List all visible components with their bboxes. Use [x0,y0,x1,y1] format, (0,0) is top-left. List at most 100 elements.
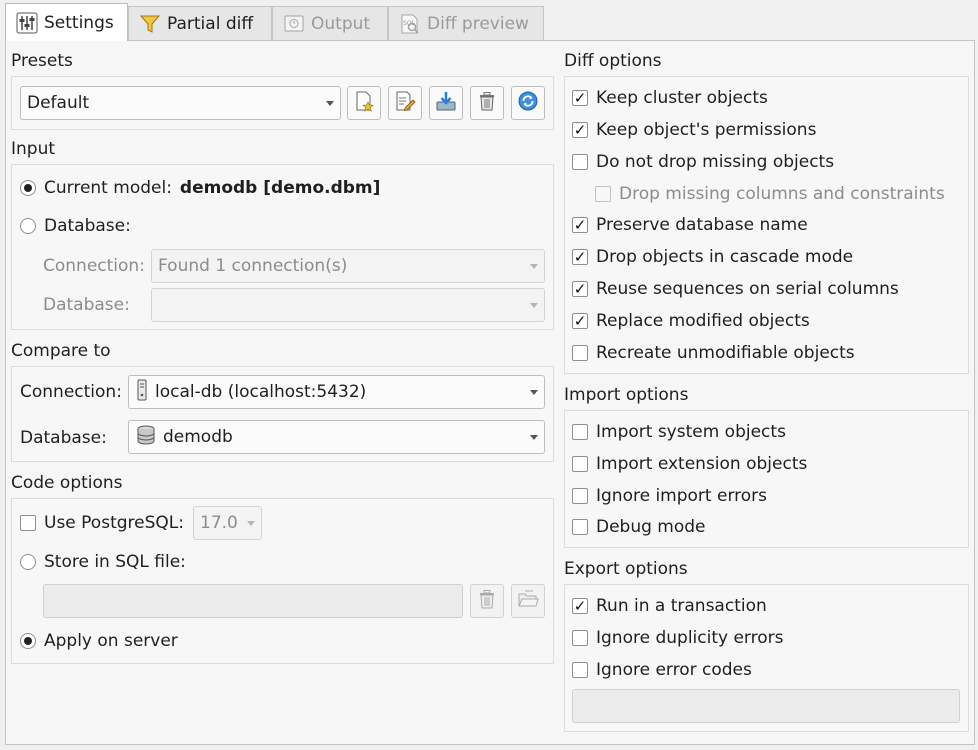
server-icon [135,379,149,406]
import-system-objects-checkbox[interactable]: Import system objects [572,422,786,442]
ignore-error-codes-checkbox[interactable]: Ignore error codes [572,660,752,680]
preset-select[interactable]: Default [20,86,341,120]
output-icon [283,13,305,35]
pg-version-select[interactable]: 17.0 [193,506,262,540]
compare-connection-select[interactable]: local-db (localhost:5432) [128,375,545,409]
compare-connection-value: local-db (localhost:5432) [155,382,367,402]
chevron-down-icon [530,389,538,395]
edit-preset-button[interactable] [388,86,422,120]
delete-preset-button[interactable] [470,86,504,120]
run-in-transaction-checkbox[interactable]: ✓ Run in a transaction [572,596,767,616]
cascade-mode-checkbox[interactable]: ✓ Drop objects in cascade mode [572,247,853,267]
tab-settings-label: Settings [44,12,114,33]
input-connection-select[interactable]: Found 1 connection(s) [151,249,545,283]
input-connection-label: Connection: [43,256,145,276]
import-system-objects-label: Import system objects [596,422,786,442]
compare-to-title: Compare to [11,341,111,361]
tab-diff-preview[interactable]: SQL Diff preview [388,6,544,40]
do-not-drop-missing-checkbox[interactable]: Do not drop missing objects [572,152,834,172]
database-radio[interactable]: Database: [20,216,131,236]
browse-sql-file-button[interactable] [511,584,545,618]
presets-title: Presets [11,51,73,71]
reset-presets-button[interactable] [511,86,545,120]
checkbox-unchecked [572,630,588,646]
tab-diff-preview-label: Diff preview [427,13,529,34]
tab-output[interactable]: Output [272,6,388,40]
drop-missing-columns-checkbox[interactable]: Drop missing columns and constraints [595,184,945,204]
checkbox-unchecked [572,154,588,170]
replace-modified-checkbox[interactable]: ✓ Replace modified objects [572,311,810,331]
checkbox-unchecked [595,186,611,202]
compare-database-label: Database: [20,428,107,448]
compare-database-select[interactable]: demodb [128,420,545,454]
apply-on-server-radio[interactable]: Apply on server [20,631,178,651]
tab-partial-diff[interactable]: Partial diff [128,6,272,40]
keep-permissions-label: Keep object's permissions [596,120,817,140]
keep-permissions-checkbox[interactable]: ✓ Keep object's permissions [572,120,816,140]
chevron-down-icon [247,520,255,526]
pg-version-value: 17.0 [200,513,238,533]
refresh-icon [517,90,539,117]
debug-mode-checkbox[interactable]: Debug mode [572,517,706,537]
export-options-title: Export options [564,559,688,579]
current-model-label: Current model: [44,178,172,198]
save-preset-button[interactable] [429,86,463,120]
checkmark-icon: ✓ [572,247,588,266]
use-postgresql-checkbox[interactable]: Use PostgreSQL: [20,513,184,533]
checkmark-icon: ✓ [572,596,588,615]
sql-file-input[interactable] [43,584,463,618]
new-document-star-icon [353,90,375,117]
database-radio-label: Database: [44,216,131,236]
compare-connection-label: Connection: [20,382,122,402]
ignore-import-errors-checkbox[interactable]: Ignore import errors [572,486,767,506]
keep-cluster-objects-checkbox[interactable]: ✓ Keep cluster objects [572,88,768,108]
funnel-icon [139,13,161,35]
checkbox-unchecked [572,488,588,504]
preserve-db-name-label: Preserve database name [596,215,808,235]
input-database-label: Database: [43,295,130,315]
reuse-sequences-checkbox[interactable]: ✓ Reuse sequences on serial columns [572,279,899,299]
trash-icon [476,588,498,615]
chevron-down-icon [530,434,538,440]
checkmark-icon: ✓ [572,311,588,330]
import-options-title: Import options [564,385,689,405]
ignore-error-codes-label: Ignore error codes [596,660,752,680]
recreate-unmodifiable-label: Recreate unmodifiable objects [596,343,855,363]
tab-settings[interactable]: Settings [5,3,128,41]
checkmark-icon: ✓ [572,120,588,139]
diff-options-title: Diff options [564,51,662,71]
checkbox-unchecked [20,515,36,531]
save-download-icon [435,90,457,117]
store-sql-radio[interactable]: Store in SQL file: [20,552,186,572]
preset-select-value: Default [27,93,90,113]
ignore-duplicity-checkbox[interactable]: Ignore duplicity errors [572,628,783,648]
database-icon [135,424,157,451]
replace-modified-label: Replace modified objects [596,311,810,331]
radio-selected [20,633,36,649]
import-extension-objects-label: Import extension objects [596,454,808,474]
settings-sliders-icon [16,12,38,34]
current-model-radio[interactable]: Current model: demodb [demo.dbm] [20,178,380,198]
input-database-select[interactable] [151,288,545,322]
radio-selected [20,180,36,196]
checkmark-icon: ✓ [572,279,588,298]
preserve-db-name-checkbox[interactable]: ✓ Preserve database name [572,215,808,235]
ignore-duplicity-label: Ignore duplicity errors [596,628,784,648]
tab-partial-diff-label: Partial diff [167,13,254,34]
drop-missing-columns-label: Drop missing columns and constraints [619,184,945,204]
folder-open-icon [517,588,539,615]
chevron-down-icon [530,302,538,308]
sql-preview-icon: SQL [399,13,421,35]
checkbox-unchecked [572,519,588,535]
input-connection-value: Found 1 connection(s) [158,256,348,276]
chevron-down-icon [530,263,538,269]
error-codes-input[interactable] [572,689,960,723]
checkmark-icon: ✓ [572,88,588,107]
checkbox-unchecked [572,424,588,440]
import-extension-objects-checkbox[interactable]: Import extension objects [572,454,807,474]
edit-document-icon [394,90,416,117]
clear-sql-file-button[interactable] [470,584,504,618]
radio-unselected [20,218,36,234]
recreate-unmodifiable-checkbox[interactable]: Recreate unmodifiable objects [572,343,855,363]
new-preset-button[interactable] [347,86,381,120]
